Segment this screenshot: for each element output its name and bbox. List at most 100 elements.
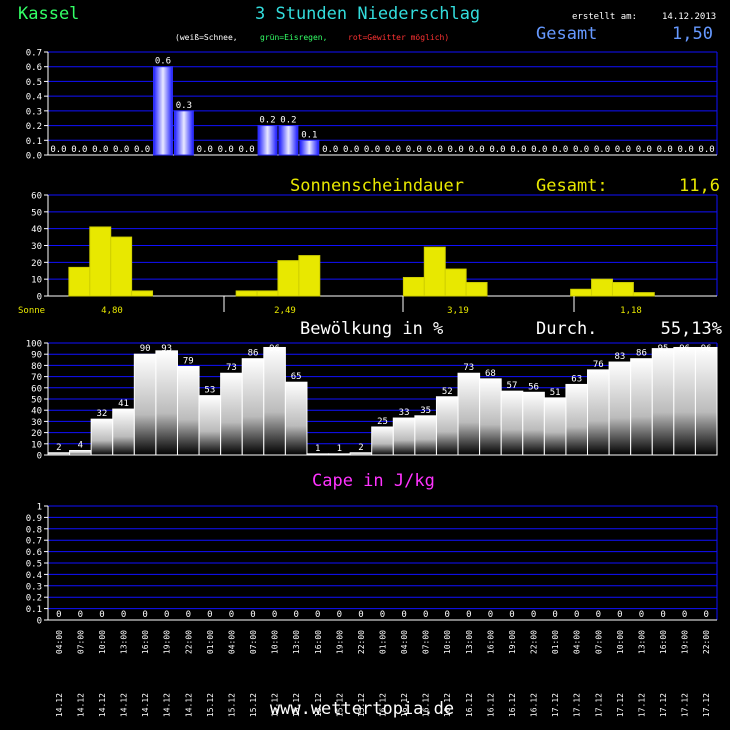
cloud-bar bbox=[263, 346, 286, 456]
cloud-bar bbox=[47, 452, 71, 456]
cloud-bar bbox=[69, 450, 92, 456]
y-tick-label: 0.8 bbox=[26, 525, 42, 535]
y-tick-label: 0.2 bbox=[26, 122, 42, 132]
data-label: 25 bbox=[377, 417, 388, 427]
x-date-label: 15.12 bbox=[227, 693, 236, 717]
x-date-label: 17.12 bbox=[573, 693, 582, 717]
data-label: 0 bbox=[186, 610, 191, 620]
data-label: 0.0 bbox=[343, 145, 359, 155]
precip-bar bbox=[173, 110, 194, 156]
data-label: 0.0 bbox=[552, 145, 568, 155]
data-label: 0.0 bbox=[615, 145, 631, 155]
data-label: 0.0 bbox=[134, 145, 150, 155]
precip-bar bbox=[257, 125, 278, 156]
data-label: 4 bbox=[78, 441, 83, 451]
data-label: 0.2 bbox=[259, 116, 275, 126]
data-label: 96 bbox=[269, 344, 280, 354]
data-label: 0 bbox=[617, 610, 622, 620]
data-label: 0 bbox=[660, 610, 665, 620]
cloud-bar bbox=[414, 415, 437, 456]
data-label: 1 bbox=[315, 444, 320, 454]
sunshine-total-label: Gesamt: bbox=[536, 176, 608, 196]
x-time-label: 01:00 bbox=[551, 630, 560, 654]
data-label: 93 bbox=[161, 344, 172, 354]
data-label: 33 bbox=[399, 408, 410, 418]
cloud-chart: 01020304050607080901002 4324190 9379537386… bbox=[26, 340, 718, 462]
y-tick-label: 20 bbox=[31, 259, 42, 269]
precip-chart: 0.0 0.1 0.2 0.3 0.4 0.5 0.6 0.7 0.0 0.0 0.0 0.0 0.0 0… bbox=[26, 49, 718, 162]
data-label: 86 bbox=[636, 349, 647, 359]
data-label: 0 bbox=[207, 610, 212, 620]
cloud-bar bbox=[220, 372, 243, 456]
y-tick-label: 100 bbox=[26, 340, 42, 350]
x-time-label: 16:00 bbox=[659, 630, 668, 654]
x-time-label: 16:00 bbox=[314, 630, 323, 654]
sunshine-bar bbox=[256, 290, 279, 297]
x-time-label: 10:00 bbox=[616, 630, 625, 654]
sunshine-bar bbox=[570, 288, 593, 297]
sunshine-bar bbox=[68, 266, 91, 297]
data-label: 0.0 bbox=[322, 145, 338, 155]
y-tick-label: 0.6 bbox=[26, 548, 42, 558]
sunshine-bar bbox=[423, 246, 446, 297]
data-label: 0 bbox=[574, 610, 579, 620]
data-label: 0.0 bbox=[406, 145, 422, 155]
data-label: 0.0 bbox=[364, 145, 380, 155]
x-time-label: 19:00 bbox=[335, 630, 344, 654]
data-label: 0 bbox=[358, 610, 363, 620]
data-label: 41 bbox=[118, 399, 129, 409]
cloud-bar bbox=[543, 397, 567, 456]
data-label: 0 bbox=[509, 610, 514, 620]
data-label: 0 bbox=[639, 610, 644, 620]
data-label: 96 bbox=[701, 344, 712, 354]
data-label: 51 bbox=[550, 388, 561, 398]
sunshine-bar bbox=[277, 260, 300, 297]
x-date-label: 16.12 bbox=[465, 693, 474, 717]
data-label: 63 bbox=[571, 374, 582, 384]
data-label: 0.6 bbox=[155, 57, 171, 67]
data-label: 0 bbox=[380, 610, 385, 620]
y-tick-label: 0.5 bbox=[26, 560, 42, 570]
x-time-label: 13:00 bbox=[292, 630, 301, 654]
cloud-bar bbox=[608, 361, 632, 456]
data-label: 0 bbox=[293, 610, 298, 620]
data-label: 0 bbox=[445, 610, 450, 620]
y-tick-label: 30 bbox=[31, 418, 42, 428]
x-time-label: 04:00 bbox=[55, 630, 64, 654]
data-label: 0 bbox=[250, 610, 255, 620]
data-label: 0.0 bbox=[489, 145, 505, 155]
data-label: 0.0 bbox=[427, 145, 443, 155]
x-date-label: 14.12 bbox=[120, 693, 129, 717]
y-tick-label: 1 bbox=[37, 503, 42, 513]
x-date-label: 16.12 bbox=[530, 693, 539, 717]
cloud-bar bbox=[587, 369, 610, 456]
cloud-bar bbox=[306, 453, 330, 456]
x-time-label: 10:00 bbox=[271, 630, 280, 654]
cloud-bar bbox=[90, 418, 114, 456]
x-time-label: 22:00 bbox=[702, 630, 711, 654]
x-date-label: 17.12 bbox=[702, 693, 711, 717]
cloud-bar bbox=[176, 366, 200, 456]
data-label: 0.0 bbox=[448, 145, 464, 155]
y-tick-label: 0.5 bbox=[26, 78, 42, 88]
x-time-label: 22:00 bbox=[184, 630, 193, 654]
footer-site[interactable]: www.wettertopia.de bbox=[270, 699, 454, 719]
data-label: 0.0 bbox=[50, 145, 66, 155]
x-time-label: 01:00 bbox=[379, 630, 388, 654]
data-label: 0 bbox=[488, 610, 493, 620]
data-label: 0.0 bbox=[218, 145, 234, 155]
y-tick-label: 60 bbox=[31, 384, 42, 394]
y-tick-label: 50 bbox=[31, 396, 42, 406]
x-date-label: 16.12 bbox=[508, 693, 517, 717]
data-label: 0 bbox=[682, 610, 687, 620]
data-label: 0.0 bbox=[636, 145, 652, 155]
cloud-bar bbox=[479, 378, 502, 456]
x-date-label: 14.12 bbox=[76, 693, 85, 717]
sunshine-bar bbox=[444, 268, 467, 297]
data-label: 0 bbox=[531, 610, 536, 620]
sunshine-bar bbox=[402, 276, 425, 297]
data-label: 0.0 bbox=[531, 145, 547, 155]
cloud-bar bbox=[651, 348, 675, 456]
sunshine-bar bbox=[110, 236, 133, 297]
y-tick-label: 0.7 bbox=[26, 537, 42, 547]
